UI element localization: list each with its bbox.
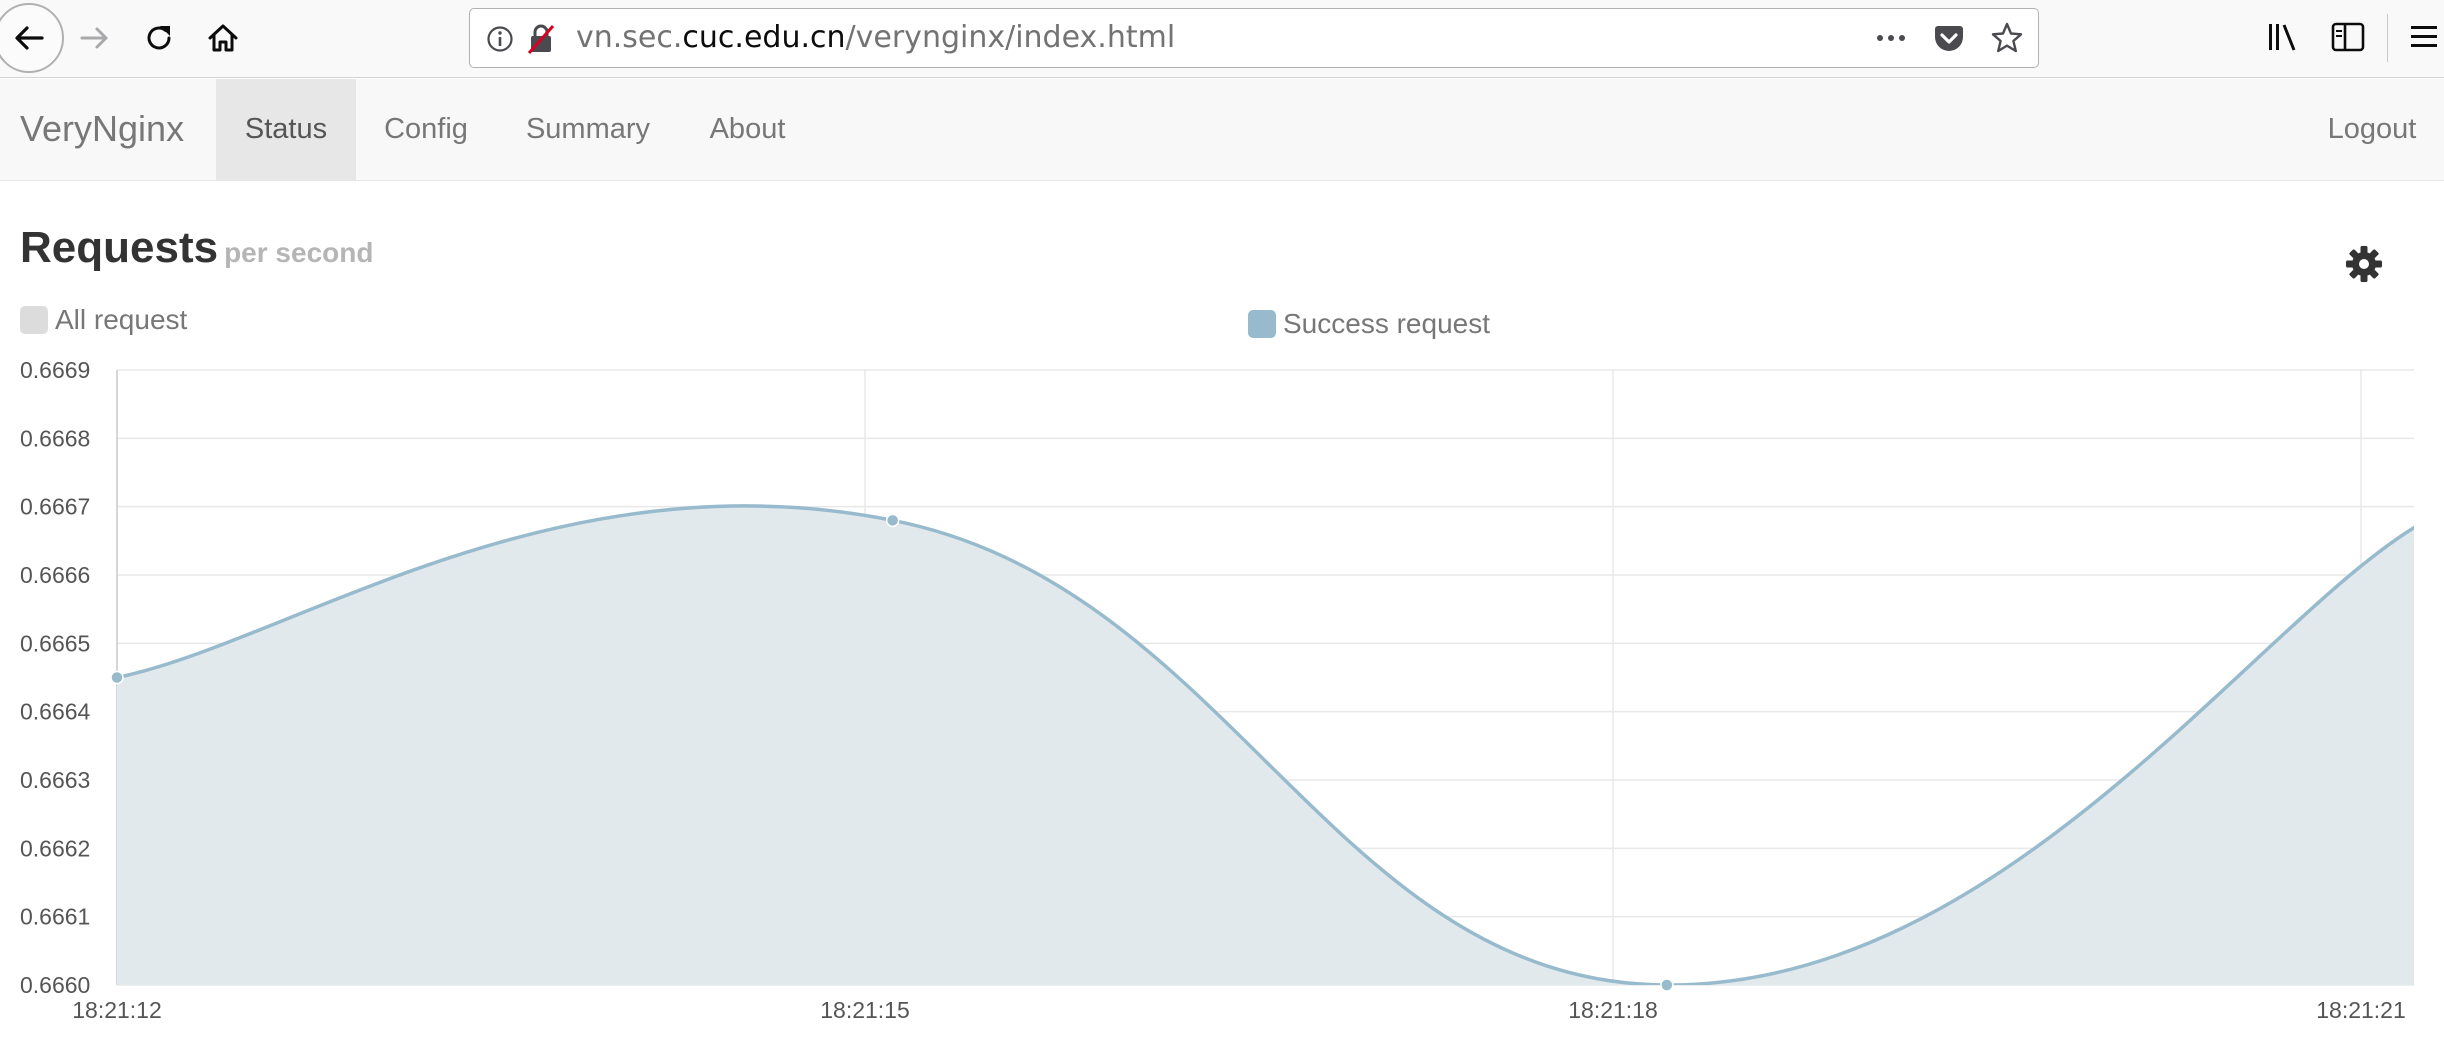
url-text[interactable]: vn.sec.cuc.edu.cn/verynginx/index.html	[576, 9, 1175, 67]
success-point	[1660, 978, 1674, 992]
y-tick-label: 0.6668	[20, 425, 90, 451]
forward-button[interactable]	[68, 7, 122, 69]
toolbar-separator	[2387, 14, 2388, 62]
home-icon	[208, 24, 238, 52]
section-title: Requests per second	[20, 223, 373, 273]
pocket-icon[interactable]	[1932, 23, 1966, 55]
y-tick-label: 0.6664	[20, 699, 91, 725]
y-tick-label: 0.6669	[20, 357, 90, 383]
url-domain: cuc.edu.cn	[682, 20, 846, 55]
y-tick-label: 0.6667	[20, 494, 90, 520]
app-navbar: VeryNginx Status Config Summary About Lo…	[0, 79, 2444, 181]
success-point	[110, 670, 124, 685]
legend-swatch-all	[20, 306, 48, 334]
y-tick-label: 0.6662	[20, 835, 90, 861]
back-button[interactable]	[0, 3, 64, 73]
reload-icon	[147, 26, 171, 50]
more-icon[interactable]	[1874, 23, 1908, 53]
y-tick-label: 0.6663	[20, 767, 90, 793]
sidebar-icon[interactable]	[2330, 20, 2366, 54]
back-icon	[15, 26, 44, 50]
legend-success-request[interactable]: Success request	[1248, 308, 1490, 340]
nav-summary[interactable]: Summary	[502, 79, 674, 180]
gear-icon[interactable]	[2344, 244, 2384, 284]
x-tick-label: 18:21:18	[1568, 997, 1658, 1023]
forward-icon	[80, 27, 108, 49]
y-tick-label: 0.6661	[20, 904, 90, 930]
legend-label-success: Success request	[1283, 308, 1490, 339]
info-icon[interactable]	[486, 25, 514, 53]
legend-label-all: All request	[55, 304, 188, 335]
nav-status[interactable]: Status	[216, 79, 356, 180]
requests-chart: 0.6669 0.6668 0.6667 0.6666 0.6665 0.6664 0.66…	[20, 357, 2414, 1023]
nav-about[interactable]: About	[690, 79, 805, 180]
y-tick-label: 0.6666	[20, 562, 90, 588]
x-tick-label: 18:21:12	[72, 997, 162, 1023]
legend-all-request[interactable]: All request	[20, 304, 187, 336]
browser-toolbar: vn.sec.cuc.edu.cn/verynginx/index.html	[0, 0, 2444, 78]
nav-config[interactable]: Config	[356, 79, 496, 180]
x-tick-label: 18:21:21	[2316, 997, 2406, 1023]
success-area	[117, 506, 2414, 985]
y-tick-label: 0.6665	[20, 630, 90, 656]
insecure-lock-icon[interactable]	[526, 23, 556, 55]
url-path: /verynginx/index.html	[845, 20, 1176, 55]
legend-swatch-success	[1248, 310, 1276, 338]
section-title-text: Requests	[20, 223, 219, 272]
url-prefix: vn.sec.	[576, 20, 683, 55]
reload-button[interactable]	[132, 7, 186, 69]
success-point	[885, 513, 900, 528]
url-bar[interactable]: vn.sec.cuc.edu.cn/verynginx/index.html	[469, 8, 2039, 68]
x-tick-label: 18:21:15	[820, 997, 910, 1023]
library-icon[interactable]	[2266, 20, 2302, 54]
home-button[interactable]	[196, 7, 250, 69]
bookmark-star-icon[interactable]	[1990, 21, 2024, 55]
brand-link[interactable]: VeryNginx	[20, 79, 184, 179]
menu-icon[interactable]	[2408, 20, 2438, 54]
y-tick-label: 0.6660	[20, 972, 90, 998]
section-subtitle: per second	[224, 237, 374, 268]
logout-link[interactable]: Logout	[2300, 79, 2444, 179]
